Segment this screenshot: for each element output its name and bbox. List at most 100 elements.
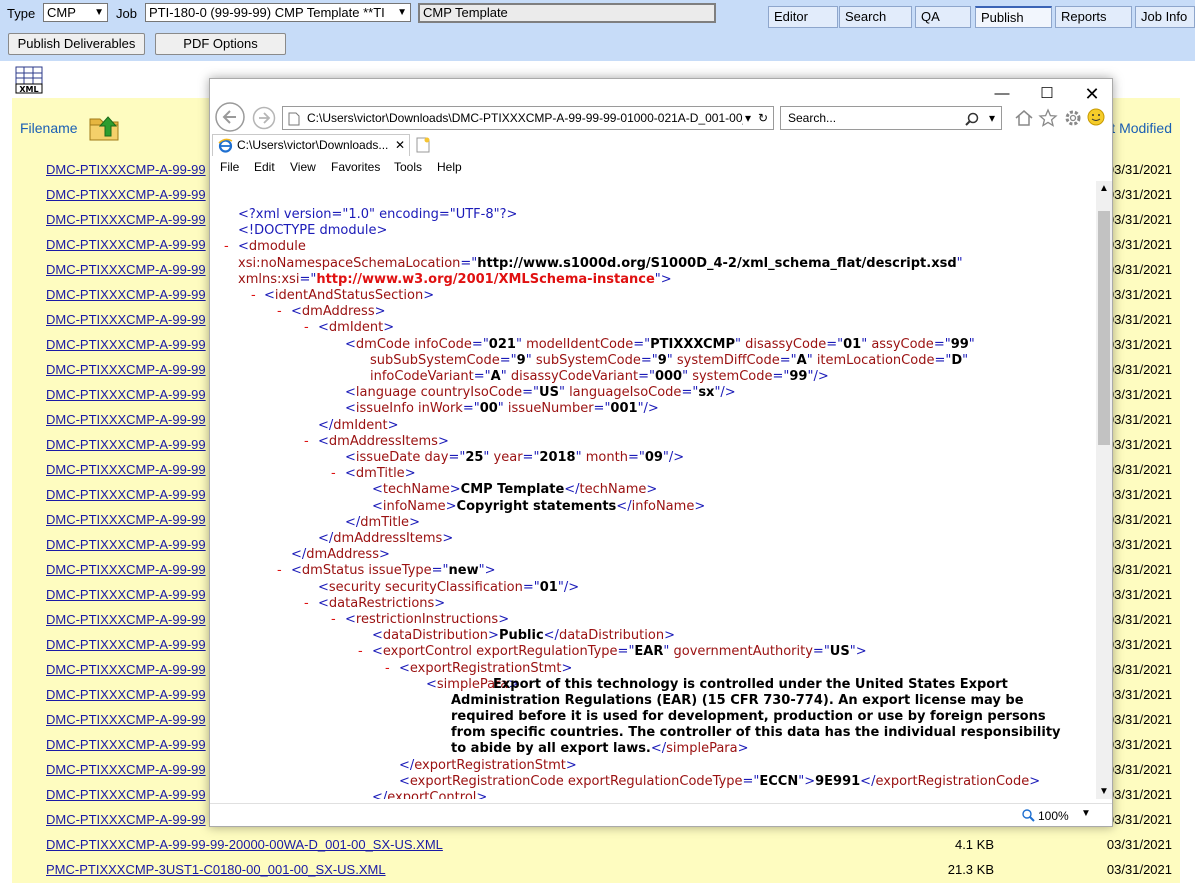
- file-link[interactable]: DMC-PTIXXXCMP-A-99-99: [46, 812, 206, 827]
- file-link[interactable]: DMC-PTIXXXCMP-A-99-99: [46, 237, 206, 252]
- collapse-toggle[interactable]: -: [358, 644, 363, 659]
- file-link[interactable]: DMC-PTIXXXCMP-A-99-99-99-20000-00WA-D_00…: [46, 837, 443, 852]
- file-link[interactable]: DMC-PTIXXXCMP-A-99-99: [46, 462, 206, 477]
- collapse-toggle[interactable]: -: [304, 434, 309, 449]
- refresh-icon[interactable]: ↻: [757, 107, 768, 129]
- file-link[interactable]: PMC-PTIXXXCMP-3UST1-C0180-00_001-00_SX-U…: [46, 862, 386, 877]
- xml-declaration: <?xml version="1.0" encoding="UTF-8"?>: [238, 207, 518, 222]
- smiley-feedback-icon[interactable]: [1087, 108, 1105, 129]
- menu-view[interactable]: View: [290, 160, 316, 174]
- search-dropdown-icon[interactable]: ▾: [989, 107, 995, 129]
- file-link[interactable]: DMC-PTIXXXCMP-A-99-99: [46, 587, 206, 602]
- file-modified-date: 03/31/2021: [1106, 337, 1172, 352]
- file-modified-date: 03/31/2021: [1106, 412, 1172, 427]
- xml-element-techname: <techName>CMP Template</techName>: [372, 482, 658, 497]
- zoom-level[interactable]: 100%: [1038, 809, 1069, 823]
- collapse-toggle[interactable]: -: [304, 596, 309, 611]
- search-placeholder: Search...: [788, 111, 837, 125]
- tab-job-info[interactable]: Job Info: [1135, 6, 1195, 28]
- menu-edit[interactable]: Edit: [254, 160, 275, 174]
- file-link[interactable]: DMC-PTIXXXCMP-A-99-99: [46, 487, 206, 502]
- file-link[interactable]: DMC-PTIXXXCMP-A-99-99: [46, 162, 206, 177]
- menu-file[interactable]: File: [220, 160, 239, 174]
- file-modified-date: 03/31/2021: [1106, 837, 1172, 852]
- forward-icon[interactable]: [252, 106, 276, 133]
- file-link[interactable]: DMC-PTIXXXCMP-A-99-99: [46, 637, 206, 652]
- file-link[interactable]: DMC-PTIXXXCMP-A-99-99: [46, 437, 206, 452]
- publish-deliverables-button[interactable]: Publish Deliverables: [8, 33, 145, 55]
- scrollbar-thumb[interactable]: [1098, 211, 1110, 445]
- job-select[interactable]: PTI-180-0 (99-99-99) CMP Template **TI ▼: [145, 3, 411, 22]
- search-input[interactable]: Search... ▾: [780, 106, 1002, 130]
- address-bar[interactable]: C:\Users\victor\Downloads\DMC-PTIXXXCMP-…: [282, 106, 774, 130]
- collapse-toggle[interactable]: -: [331, 612, 336, 627]
- file-link[interactable]: DMC-PTIXXXCMP-A-99-99: [46, 212, 206, 227]
- file-link[interactable]: DMC-PTIXXXCMP-A-99-99: [46, 312, 206, 327]
- file-link[interactable]: DMC-PTIXXXCMP-A-99-99: [46, 762, 206, 777]
- file-link[interactable]: DMC-PTIXXXCMP-A-99-99: [46, 712, 206, 727]
- search-icon[interactable]: [965, 111, 979, 133]
- modified-column-header[interactable]: t Modified: [1111, 120, 1172, 136]
- xml-element-dmtitle: <dmTitle>: [345, 466, 416, 481]
- file-link[interactable]: DMC-PTIXXXCMP-A-99-99: [46, 662, 206, 677]
- tab-close-icon[interactable]: ✕: [394, 135, 405, 156]
- file-link[interactable]: DMC-PTIXXXCMP-A-99-99: [46, 262, 206, 277]
- address-text: C:\Users\victor\Downloads\DMC-PTIXXXCMP-…: [307, 111, 750, 125]
- tab-qa[interactable]: QA: [915, 6, 971, 28]
- file-link[interactable]: DMC-PTIXXXCMP-A-99-99: [46, 737, 206, 752]
- collapse-toggle[interactable]: -: [277, 304, 282, 319]
- collapse-toggle[interactable]: -: [304, 320, 309, 335]
- ie-logo-icon: [218, 138, 233, 156]
- tab-search[interactable]: Search: [839, 6, 912, 28]
- zoom-dropdown-icon[interactable]: ▼: [1081, 808, 1091, 819]
- tab-editor[interactable]: Editor: [768, 6, 838, 28]
- file-link[interactable]: DMC-PTIXXXCMP-A-99-99: [46, 512, 206, 527]
- file-link[interactable]: DMC-PTIXXXCMP-A-99-99: [46, 562, 206, 577]
- collapse-toggle[interactable]: -: [251, 288, 256, 303]
- upload-folder-icon[interactable]: [88, 111, 122, 146]
- minimize-icon[interactable]: —: [987, 83, 1017, 105]
- tab-reports[interactable]: Reports: [1055, 6, 1132, 28]
- collapse-toggle[interactable]: -: [224, 239, 229, 254]
- file-link[interactable]: DMC-PTIXXXCMP-A-99-99: [46, 362, 206, 377]
- file-link[interactable]: DMC-PTIXXXCMP-A-99-99: [46, 537, 206, 552]
- file-link[interactable]: DMC-PTIXXXCMP-A-99-99: [46, 187, 206, 202]
- file-modified-date: 03/31/2021: [1106, 237, 1172, 252]
- vertical-scrollbar[interactable]: ▲ ▼: [1096, 181, 1112, 799]
- close-icon[interactable]: ✕: [1077, 83, 1107, 105]
- file-modified-date: 03/31/2021: [1106, 437, 1172, 452]
- home-icon[interactable]: [1014, 108, 1034, 131]
- settings-gear-icon[interactable]: [1063, 108, 1083, 131]
- collapse-toggle[interactable]: -: [331, 466, 336, 481]
- favorites-star-icon[interactable]: [1038, 108, 1058, 131]
- menu-tools[interactable]: Tools: [394, 160, 422, 174]
- chevron-down-icon: ▼: [397, 4, 407, 21]
- file-link[interactable]: DMC-PTIXXXCMP-A-99-99: [46, 337, 206, 352]
- file-link[interactable]: DMC-PTIXXXCMP-A-99-99: [46, 787, 206, 802]
- template-name-field[interactable]: CMP Template: [418, 3, 716, 23]
- file-link[interactable]: DMC-PTIXXXCMP-A-99-99: [46, 687, 206, 702]
- new-tab-icon[interactable]: [414, 136, 432, 157]
- pdf-options-button[interactable]: PDF Options: [155, 33, 286, 55]
- collapse-toggle[interactable]: -: [277, 563, 282, 578]
- xml-file-icon[interactable]: XML: [15, 66, 43, 94]
- zoom-icon: [1022, 809, 1035, 825]
- file-link[interactable]: DMC-PTIXXXCMP-A-99-99: [46, 612, 206, 627]
- collapse-toggle[interactable]: -: [385, 661, 390, 676]
- back-icon[interactable]: [214, 101, 246, 136]
- maximize-icon[interactable]: ☐: [1032, 83, 1062, 105]
- menu-favorites[interactable]: Favorites: [331, 160, 380, 174]
- type-select[interactable]: CMP ▼: [43, 3, 108, 22]
- scroll-up-icon[interactable]: ▲: [1099, 183, 1109, 194]
- file-modified-date: 03/31/2021: [1106, 712, 1172, 727]
- file-link[interactable]: DMC-PTIXXXCMP-A-99-99: [46, 387, 206, 402]
- file-link[interactable]: DMC-PTIXXXCMP-A-99-99: [46, 412, 206, 427]
- filename-column-header[interactable]: Filename: [20, 120, 78, 136]
- tab-publish[interactable]: Publish: [975, 6, 1052, 28]
- file-modified-date: 03/31/2021: [1106, 562, 1172, 577]
- browser-tab[interactable]: C:\Users\victor\Downloads... ✕: [212, 134, 410, 156]
- address-dropdown-icon[interactable]: ▾: [742, 107, 751, 129]
- menu-help[interactable]: Help: [437, 160, 462, 174]
- scroll-down-icon[interactable]: ▼: [1099, 786, 1109, 797]
- file-link[interactable]: DMC-PTIXXXCMP-A-99-99: [46, 287, 206, 302]
